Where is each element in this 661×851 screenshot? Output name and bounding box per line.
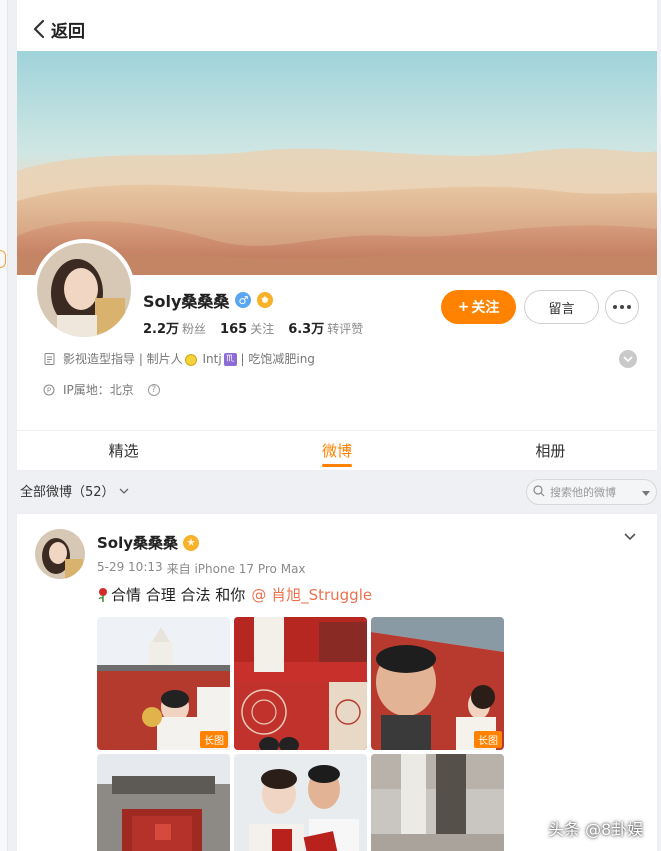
expand-info-icon[interactable] <box>619 350 637 368</box>
stat-fans[interactable]: 2.2万 粉丝 <box>143 318 206 337</box>
location-icon: P <box>43 384 55 396</box>
lemon-icon <box>184 353 197 366</box>
cover-image <box>17 51 657 275</box>
photo-6[interactable] <box>371 754 504 851</box>
search-dropdown-icon[interactable] <box>642 486 650 499</box>
mention-link[interactable]: @ 肖旭_Struggle <box>251 584 372 605</box>
profile-header-card: 返回 Soly桑桑桑 ♂ 2.2万 粉丝 165 关注 6.3万 转评赞 + 关… <box>17 0 657 470</box>
rose-icon <box>97 587 109 603</box>
left-sidebar-edge <box>0 0 8 851</box>
svg-text:P: P <box>47 386 51 394</box>
ip-location-text: IP属地：北京 <box>63 383 134 397</box>
photo-4[interactable] <box>97 754 230 851</box>
post-author-row: Soly桑桑桑 <box>97 532 200 553</box>
profile-stats: 2.2万 粉丝 165 关注 6.3万 转评赞 <box>143 318 363 337</box>
bio-text: 影视造型指导 | 制片人 Intj ♏ | 吃饱减肥ing <box>63 352 315 366</box>
nav-bar: 返回 <box>17 8 657 50</box>
tab-featured[interactable]: 精选 <box>17 431 230 470</box>
stat-following[interactable]: 165 关注 <box>220 320 274 337</box>
watermark: 头条 @8卦娱 <box>548 820 644 839</box>
post-source: 来自 iPhone 17 Pro Max <box>166 562 306 576</box>
photo-5[interactable] <box>234 754 367 851</box>
profile-name: Soly桑桑桑 <box>143 292 230 311</box>
post-filter-dropdown[interactable]: 全部微博（52） <box>20 481 129 500</box>
back-arrow-icon[interactable] <box>33 18 47 40</box>
chevron-down-icon <box>119 483 129 498</box>
long-image-tag: 长图 <box>474 731 502 748</box>
male-gender-icon: ♂ <box>235 292 252 308</box>
profile-tabs: 精选 微博 相册 <box>17 430 657 470</box>
post-author-name[interactable]: Soly桑桑桑 <box>97 532 178 553</box>
vip-badge-icon <box>183 534 200 551</box>
document-icon <box>43 352 55 365</box>
active-tab-underline <box>321 464 352 467</box>
vip-badge-icon <box>257 292 274 308</box>
photo-3[interactable]: 长图 <box>371 617 504 750</box>
search-input[interactable]: 搜索他的微博 <box>526 479 657 505</box>
follow-button[interactable]: + 关注 <box>441 290 516 324</box>
ip-location-row: P IP属地：北京 ? <box>43 381 160 398</box>
post-text: 合情 合理 合法 和你 @ 肖旭_Struggle <box>97 584 372 605</box>
post-menu-chevron-icon[interactable] <box>621 528 639 546</box>
photo-1[interactable]: 长图 <box>97 617 230 750</box>
more-options-button[interactable] <box>605 290 639 324</box>
scorpio-icon: ♏ <box>223 353 237 366</box>
tab-album[interactable]: 相册 <box>444 431 657 470</box>
long-image-tag: 长图 <box>200 731 228 748</box>
help-icon[interactable]: ? <box>147 383 160 396</box>
message-button[interactable]: 留言 <box>524 290 599 324</box>
plus-icon: + <box>457 299 470 315</box>
back-button[interactable]: 返回 <box>51 17 85 42</box>
post-card: Soly桑桑桑 5-29 10:13 来自 iPhone 17 Pro Max … <box>17 514 657 851</box>
post-meta: 5-29 10:13 来自 iPhone 17 Pro Max <box>97 560 306 577</box>
post-date: 5-29 10:13 <box>97 560 163 574</box>
profile-avatar[interactable] <box>33 239 135 341</box>
post-author-avatar[interactable] <box>35 529 85 579</box>
tab-weibo[interactable]: 微博 <box>230 431 443 470</box>
stat-reposts[interactable]: 6.3万 转评赞 <box>288 318 363 337</box>
profile-name-row: Soly桑桑桑 ♂ <box>143 288 274 312</box>
photo-2[interactable] <box>234 617 367 750</box>
bio-row: 影视造型指导 | 制片人 Intj ♏ | 吃饱减肥ing <box>43 350 315 367</box>
search-icon <box>533 484 545 500</box>
photo-grid: 长图 长图 <box>97 617 504 851</box>
sidebar-edge-marker <box>0 250 6 268</box>
